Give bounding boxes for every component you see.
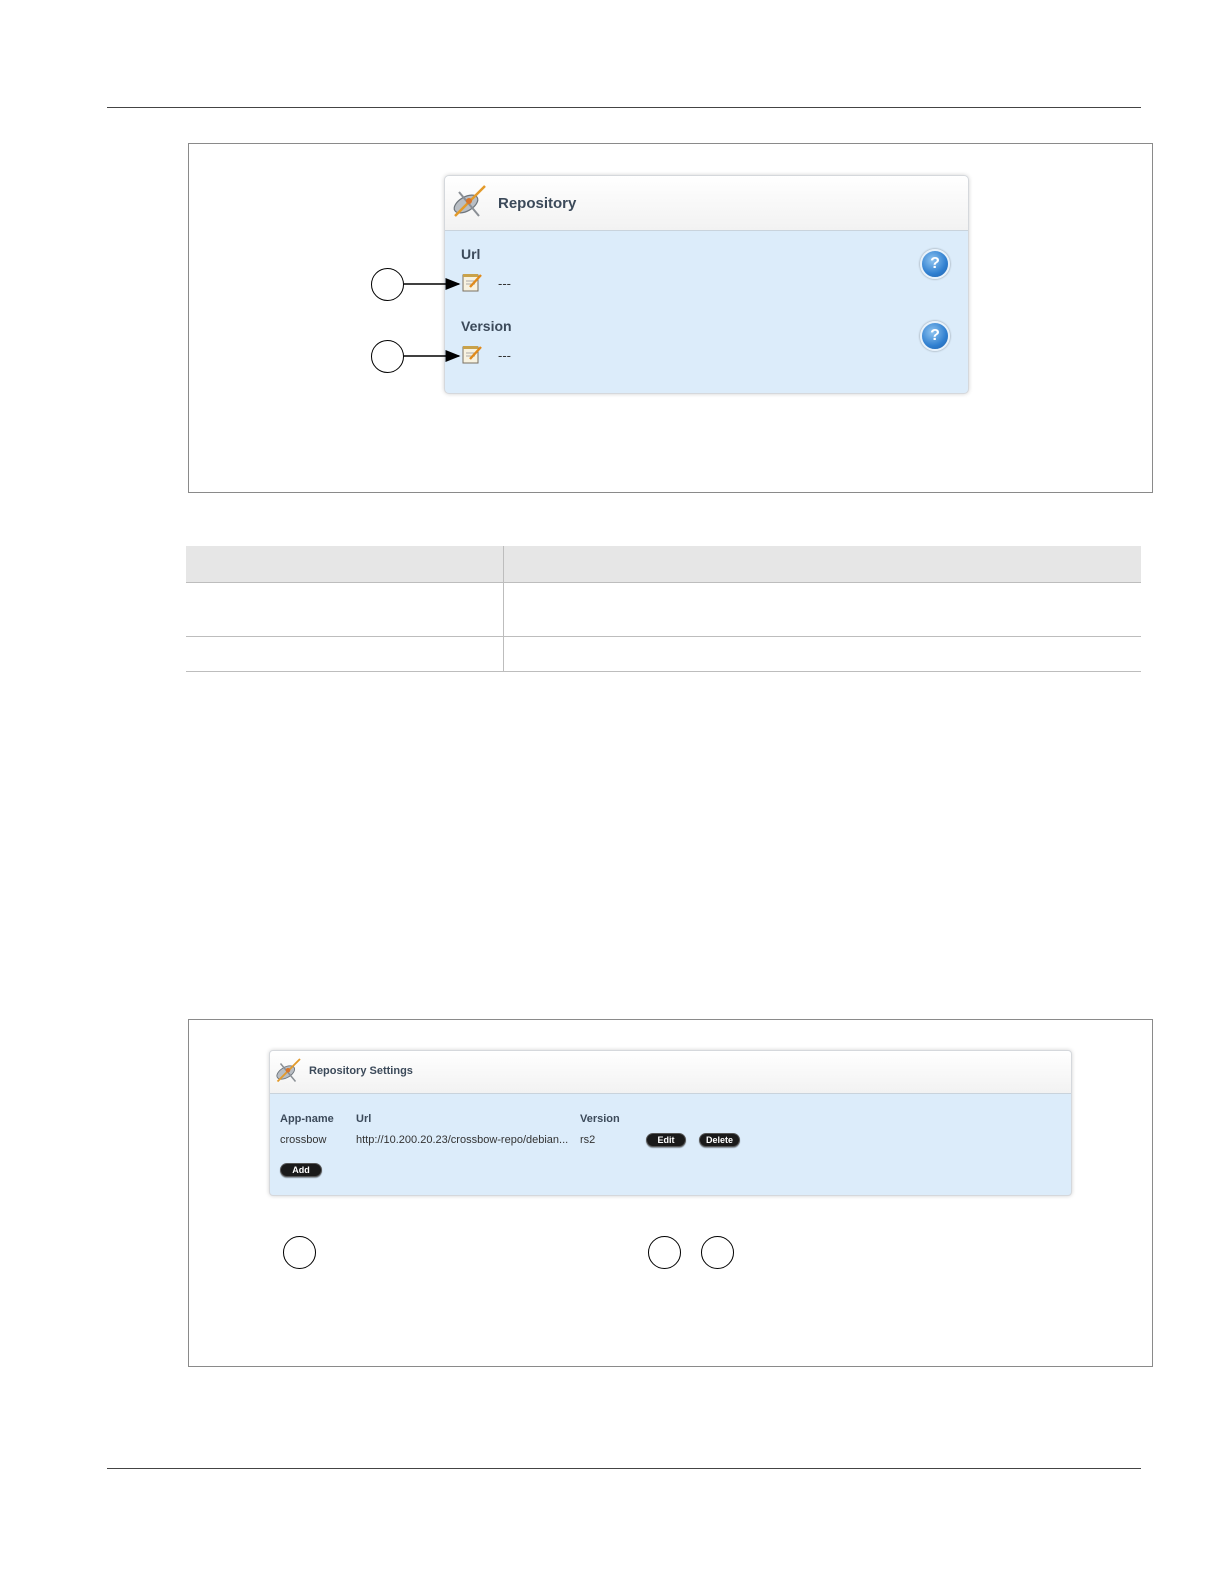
row-app-name: crossbow	[280, 1134, 327, 1146]
table-header-cell	[186, 546, 504, 583]
satellite-dish-icon	[453, 185, 486, 217]
row-url: http://10.200.20.23/crossbow-repo/debian…	[356, 1134, 569, 1146]
row-version: rs2	[580, 1134, 596, 1146]
footer-rule	[107, 1468, 1141, 1469]
version-field-value: ---	[498, 348, 511, 363]
delete-button[interactable]: Delete	[699, 1133, 740, 1147]
table-row	[186, 636, 1141, 672]
column-header-app-name: App-name	[280, 1113, 334, 1125]
notepad-edit-icon[interactable]	[462, 344, 482, 364]
repository-panel-header: Repository	[445, 176, 968, 231]
repository-panel-title: Repository	[498, 195, 577, 212]
url-field-value: ---	[498, 276, 511, 291]
url-field-label: Url	[461, 246, 481, 262]
header-rule	[107, 107, 1141, 108]
table-cell	[503, 582, 1141, 637]
add-button[interactable]: Add	[280, 1163, 322, 1177]
notepad-edit-icon[interactable]	[462, 272, 482, 292]
version-help-icon[interactable]: ?	[920, 321, 950, 351]
repository-settings-panel: Repository Settings App-name Url Version…	[269, 1050, 1072, 1196]
callout-circle-url	[371, 268, 404, 301]
column-header-version: Version	[580, 1113, 620, 1125]
table-cell	[186, 582, 504, 637]
table-header-row	[186, 546, 1141, 583]
table-header-cell	[503, 546, 1141, 583]
repository-settings-panel-header: Repository Settings	[270, 1051, 1071, 1094]
satellite-dish-icon	[276, 1058, 301, 1083]
edit-button[interactable]: Edit	[646, 1133, 686, 1147]
repository-panel: Repository Url --- ? Version --- ?	[444, 175, 969, 394]
table-cell	[186, 636, 504, 672]
url-help-icon[interactable]: ?	[920, 249, 950, 279]
table-row	[186, 582, 1141, 637]
callout-circle-add	[283, 1236, 316, 1269]
callout-circle-version	[371, 340, 404, 373]
callout-circle-delete	[701, 1236, 734, 1269]
parameter-table	[186, 546, 1141, 672]
table-cell	[503, 636, 1141, 672]
column-header-url: Url	[356, 1113, 372, 1125]
repository-settings-panel-title: Repository Settings	[309, 1065, 413, 1077]
callout-circle-edit	[648, 1236, 681, 1269]
version-field-label: Version	[461, 318, 512, 334]
